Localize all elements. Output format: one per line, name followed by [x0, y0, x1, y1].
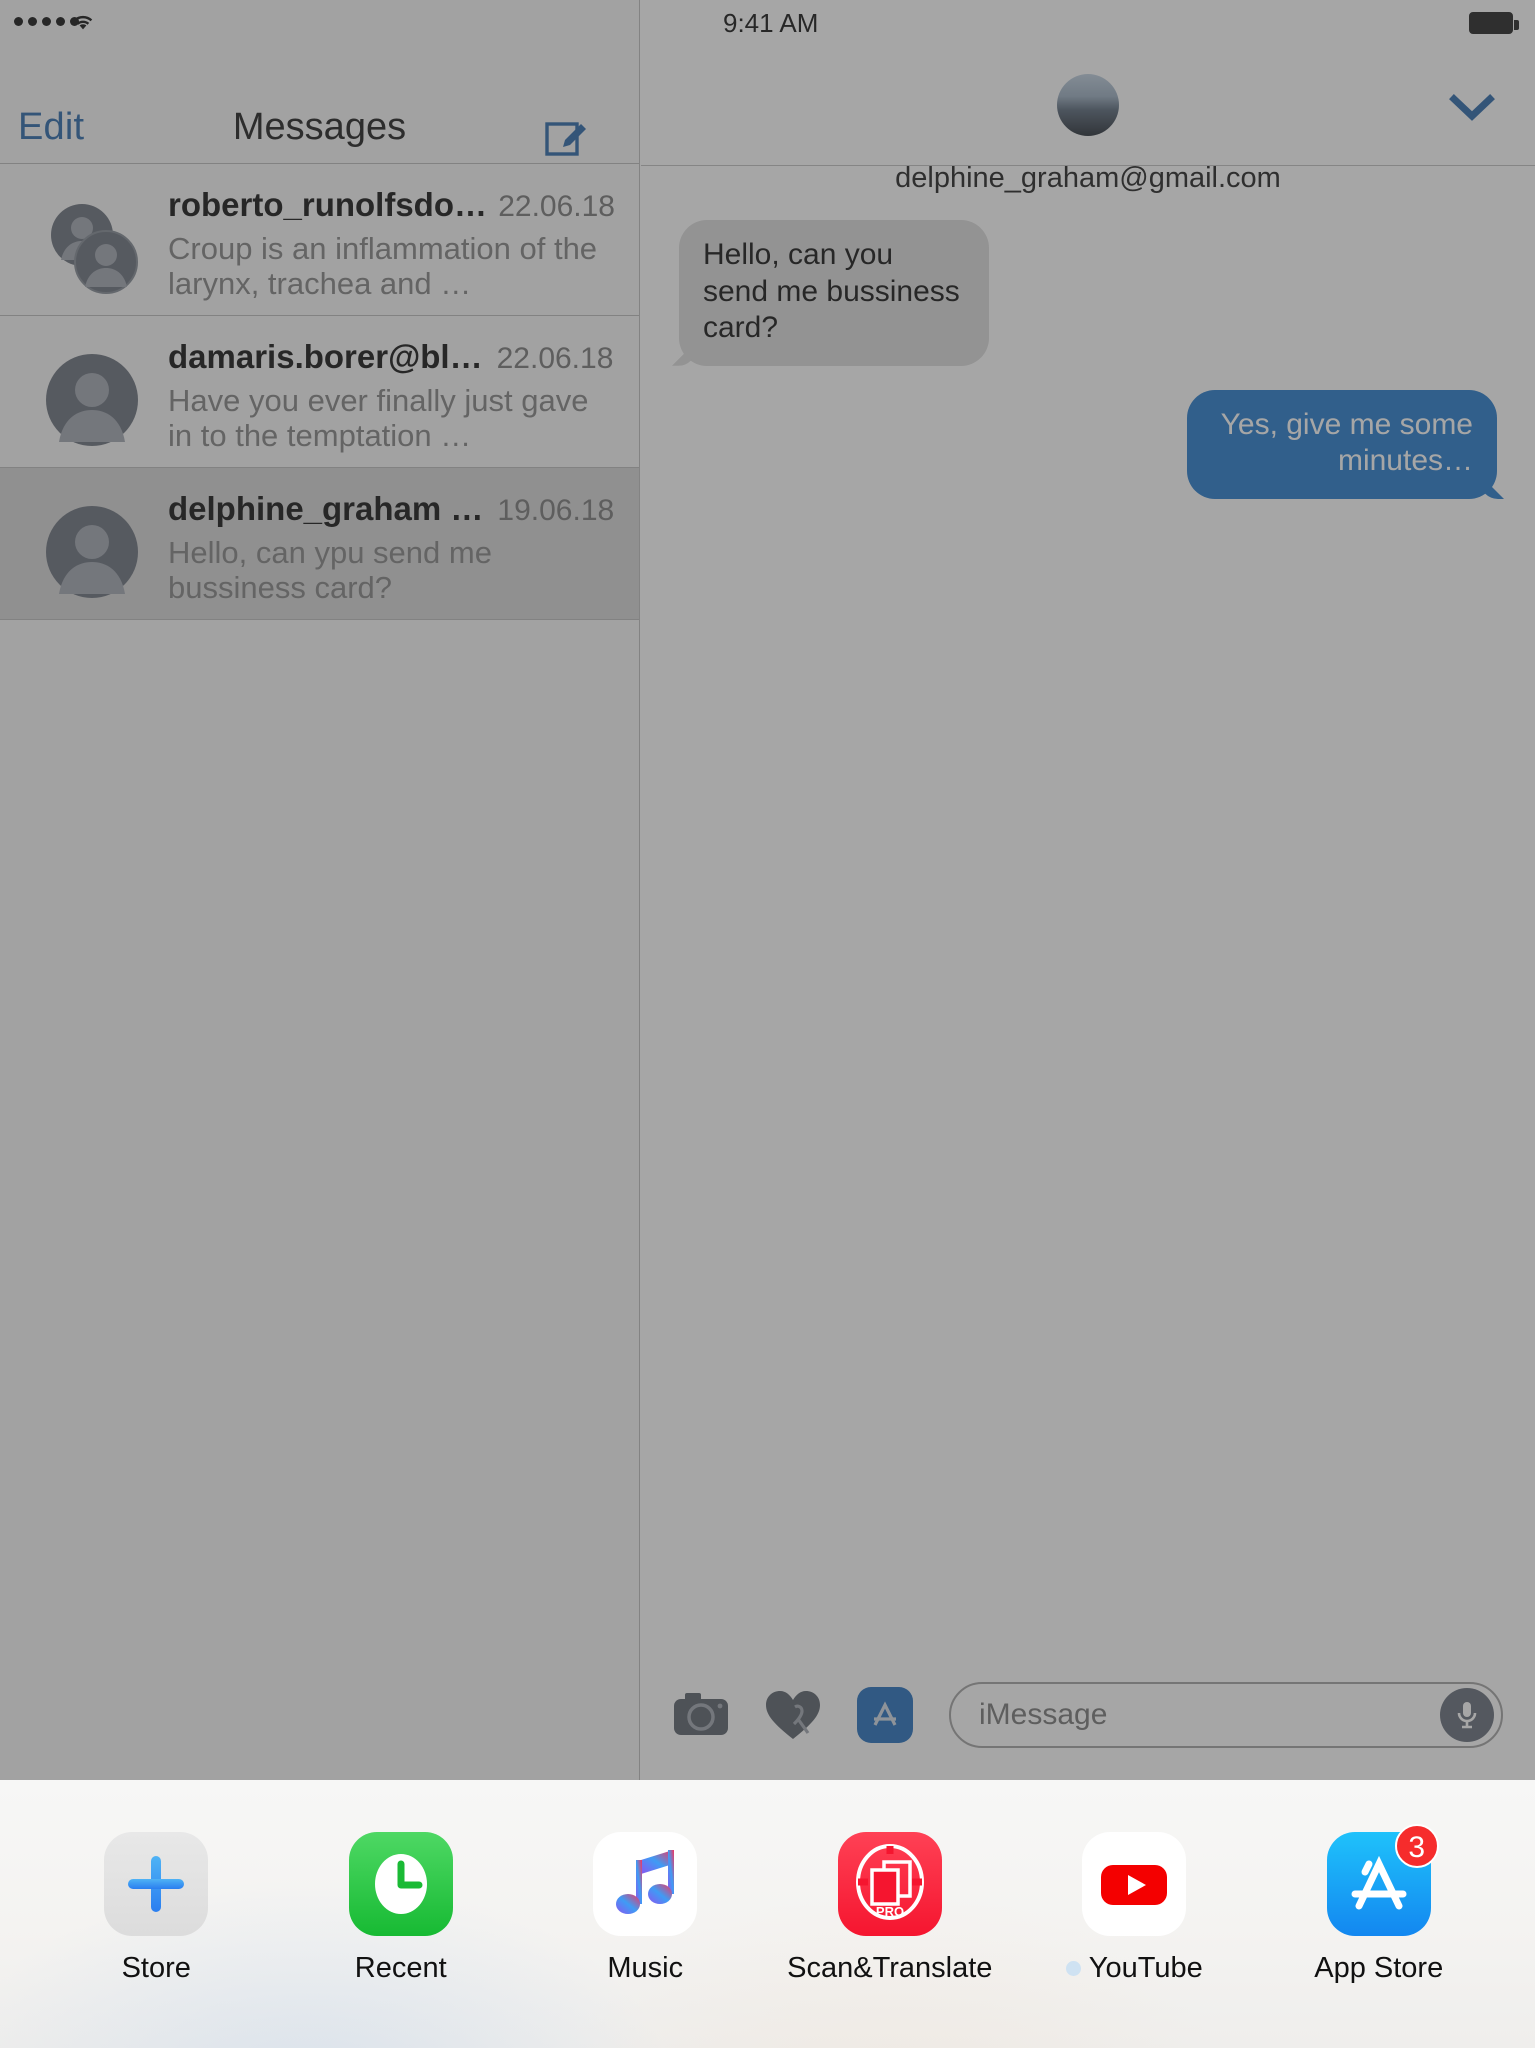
status-badge: 3 [1394, 1824, 1439, 1868]
battery-full-icon [1469, 12, 1519, 34]
clock-icon [348, 1832, 453, 1936]
imessage-appstore-icon[interactable] [839, 1670, 931, 1760]
conversation-body: delphine_graham … 19.06.18 Hello, can ypu … [168, 490, 615, 605]
message-composer [641, 1650, 1535, 1780]
app-switcher-screen: Edit Messages roberto_runolfsdo… 22.06.18… [0, 0, 1535, 2048]
conversation-date: 19.06.18 [497, 494, 615, 527]
digital-touch-heart-icon[interactable] [747, 1670, 839, 1760]
microphone-icon[interactable] [1440, 1688, 1494, 1742]
dock-app-label: App Store [1314, 1952, 1444, 1984]
conversation-list[interactable]: roberto_runolfsdo… 22.06.18 Croup is an in… [0, 164, 639, 620]
scan-pro-icon: PRO [837, 1832, 942, 1936]
conversation-preview: Hello, can ypu send me bussiness card? [168, 536, 492, 605]
conversation-preview: Have you ever finally just gave in to th… [168, 384, 589, 453]
contact-photo[interactable] [1057, 74, 1119, 136]
compose-icon[interactable] [543, 112, 591, 160]
status-bar-right: 9:41 AM [641, 0, 1535, 44]
person-avatar-icon [46, 354, 138, 446]
conversation-row[interactable]: roberto_runolfsdo… 22.06.18 Croup is an in… [0, 164, 639, 316]
dock-app-scan-translate[interactable]: PRO Scan&Translate [787, 1780, 993, 1985]
dock-app-store[interactable]: Store [56, 1780, 256, 1985]
conversation-row[interactable]: damaris.borer@bl… 22.06.18 Have you ever f… [0, 316, 639, 468]
chevron-down-icon[interactable] [1449, 92, 1495, 122]
dock-app-youtube[interactable]: YouTube [1034, 1780, 1234, 1985]
camera-icon[interactable] [655, 1670, 747, 1760]
status-bar-left [0, 0, 639, 44]
message-row: Yes, give me some minutes… [679, 389, 1497, 499]
clock: 9:41 AM [723, 8, 819, 38]
dock-app-label: YouTube [1066, 1952, 1203, 1985]
app-store-icon: 3 [1326, 1824, 1439, 1936]
dock-app-music[interactable]: Music [545, 1780, 745, 1985]
message-bubble[interactable]: Hello, can you send me bussiness card? [679, 220, 989, 366]
messages-list-pane: Edit Messages roberto_runolfsdo… 22.06.18… [0, 0, 640, 1780]
dock-app-label: Music [607, 1952, 684, 1984]
conversation-name: delphine_graham … [168, 490, 484, 527]
message-row: Hello, can you send me bussiness card? [679, 220, 1497, 366]
conversation-name: damaris.borer@bl… [168, 338, 483, 375]
message-thread: Hello, can you send me bussiness card? Ye… [641, 164, 1535, 1650]
conversation-body: roberto_runolfsdo… 22.06.18 Croup is an in… [168, 186, 615, 301]
music-note-icon [593, 1832, 698, 1936]
messages-app: Edit Messages roberto_runolfsdo… 22.06.18… [0, 0, 1535, 1780]
dock-app-app-store[interactable]: 3 App Store [1279, 1780, 1479, 1985]
dock: Store Recent Music PRO Scan&Translate YouTube… [0, 1780, 1535, 2048]
conversation-row[interactable]: delphine_graham … 19.06.18 Hello, can ypu … [0, 468, 639, 620]
conversation-date: 22.06.18 [496, 342, 614, 375]
conversation-date: 22.06.18 [498, 190, 615, 223]
group-avatar-icon [46, 202, 138, 294]
dock-app-label: Scan&Translate [787, 1952, 993, 1984]
conversation-body: damaris.borer@bl… 22.06.18 Have you ever f… [168, 338, 615, 453]
search-input[interactable] [951, 1698, 1440, 1732]
dock-app-label: Recent [354, 1952, 447, 1984]
plus-icon [104, 1832, 209, 1936]
messages-navbar: Edit Messages [0, 44, 639, 164]
conversation-pane: 9:41 AM delphine_graham@gmail.com Hello,… [641, 0, 1535, 1780]
conversation-name: roberto_runolfsdo… [168, 186, 485, 223]
message-bubble[interactable]: Yes, give me some minutes… [1187, 389, 1497, 499]
conversation-header: delphine_graham@gmail.com [641, 44, 1535, 194]
svg-text:PRO: PRO [876, 1904, 904, 1919]
dock-app-recent[interactable]: Recent [301, 1780, 501, 1985]
conversation-preview: Croup is an inflammation of the larynx, … [168, 232, 598, 301]
dock-app-label: Store [121, 1952, 191, 1984]
imessage-input-field[interactable] [949, 1682, 1503, 1748]
person-avatar-icon [46, 506, 138, 598]
wifi-icon [70, 12, 96, 32]
youtube-icon [1082, 1832, 1187, 1936]
